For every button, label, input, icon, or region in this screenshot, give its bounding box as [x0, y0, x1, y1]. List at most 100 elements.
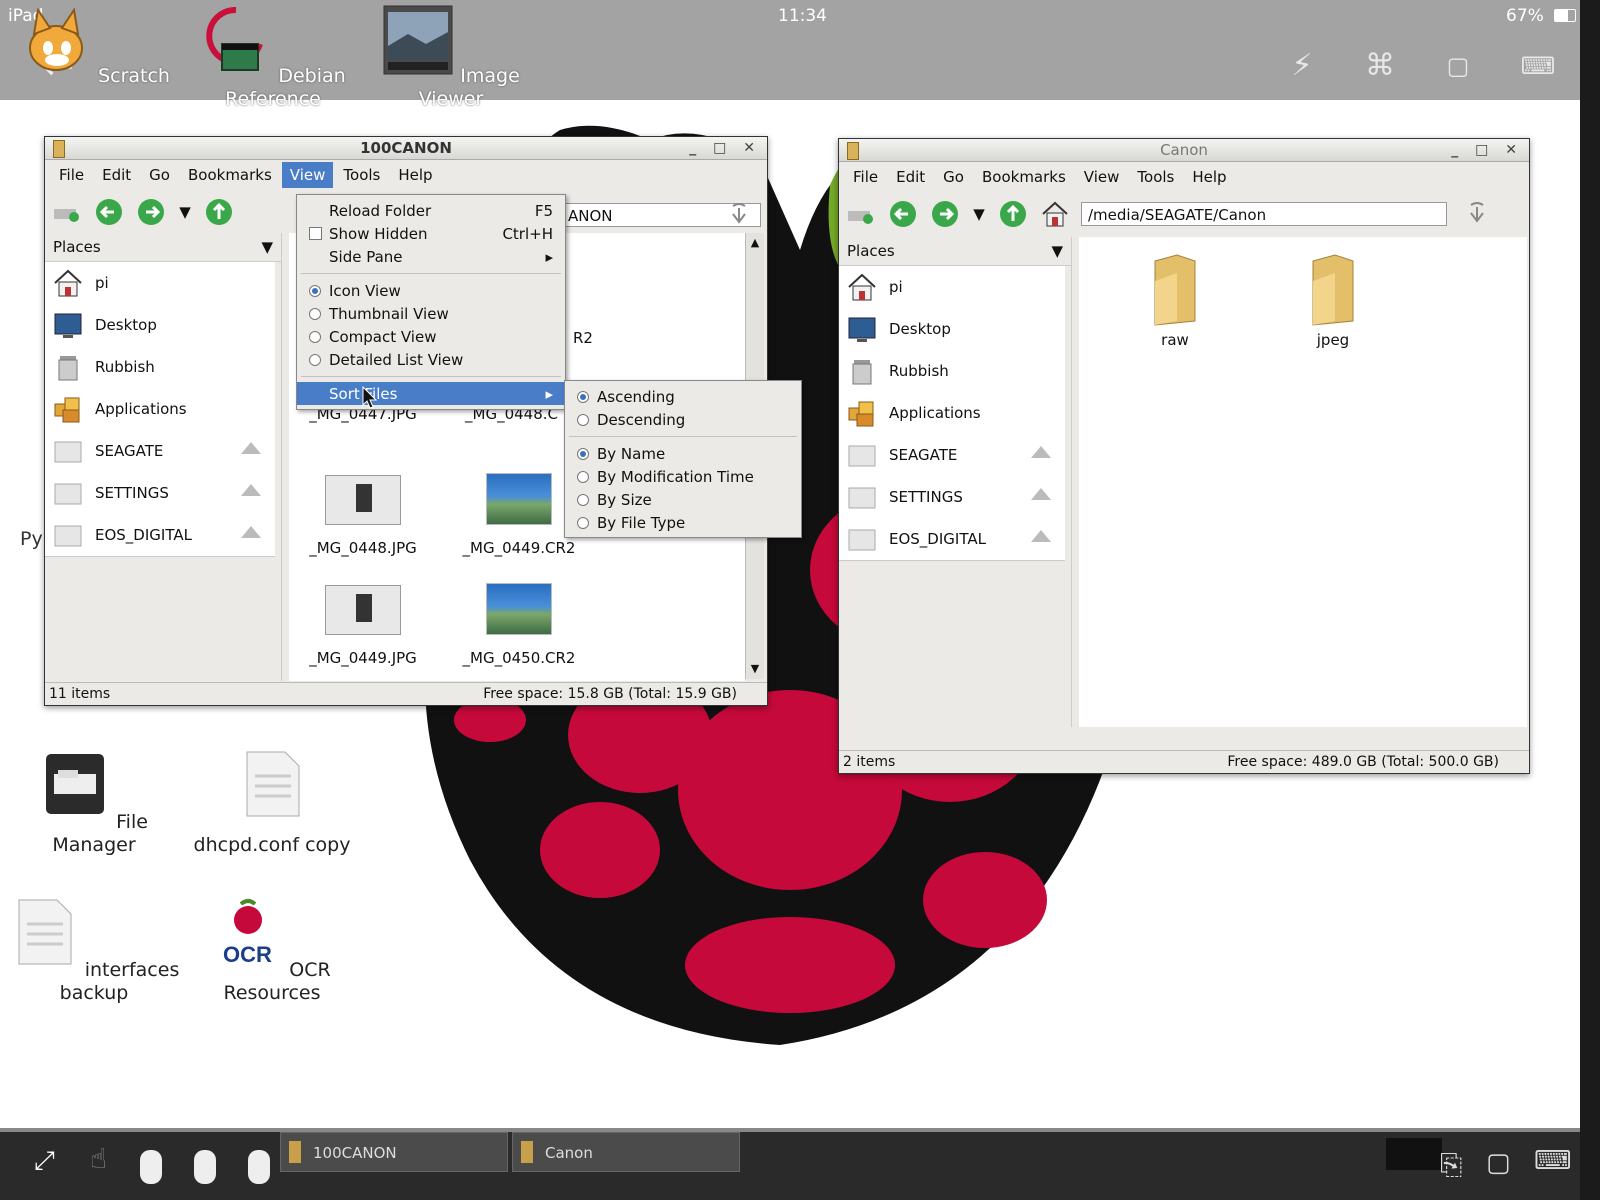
screen-touch-icon[interactable]: ▢: [1438, 46, 1478, 86]
screen-icon[interactable]: ▢: [1486, 1148, 1511, 1178]
place-rubbish[interactable]: Rubbish: [45, 346, 275, 388]
menu-help[interactable]: Help: [390, 162, 440, 188]
places-header[interactable]: Places ▼: [839, 237, 1071, 266]
eject-icon[interactable]: [1031, 488, 1051, 500]
window-controls[interactable]: _ □ ✕: [1451, 139, 1523, 161]
canon-window[interactable]: Canon _ □ ✕ File Edit Go Bookmarks View …: [838, 138, 1530, 774]
menu-bookmarks[interactable]: Bookmarks: [180, 162, 280, 188]
path-input[interactable]: /media/SEAGATE/Canon: [1081, 202, 1447, 226]
chevron-down-icon[interactable]: ▼: [1051, 242, 1063, 260]
checkbox-icon[interactable]: [308, 227, 322, 240]
canon-titlebar[interactable]: Canon _ □ ✕: [839, 139, 1529, 162]
menu-help[interactable]: Help: [1184, 164, 1234, 190]
folder-raw[interactable]: raw: [1105, 251, 1245, 349]
mouse-right-icon[interactable]: [248, 1150, 270, 1184]
place-pi[interactable]: pi: [45, 262, 275, 304]
menu-compact-view[interactable]: Compact View: [297, 325, 565, 348]
sort-descending[interactable]: Descending: [565, 408, 801, 431]
sort-by-name[interactable]: By Name: [565, 442, 801, 465]
menu-view[interactable]: View: [1076, 164, 1128, 190]
scroll-up-icon[interactable]: ▲: [746, 233, 764, 253]
lightning-icon[interactable]: ⚡: [1282, 46, 1322, 86]
eject-icon[interactable]: [241, 526, 261, 538]
menu-edit[interactable]: Edit: [94, 162, 139, 188]
up-icon[interactable]: [997, 198, 1029, 230]
sort-by-file-type[interactable]: By File Type: [565, 511, 801, 534]
place-eos-digital[interactable]: EOS_DIGITAL: [839, 518, 1065, 560]
image-viewer-launcher[interactable]: Image Viewer: [366, 4, 536, 111]
place-settings[interactable]: SETTINGS: [45, 472, 275, 514]
menu-edit[interactable]: Edit: [888, 164, 933, 190]
eject-icon[interactable]: [1031, 530, 1051, 542]
desktop-interfaces-backup[interactable]: interfaces backup: [4, 896, 184, 1005]
menu-icon-view[interactable]: Icon View: [297, 279, 565, 302]
forward-icon[interactable]: [929, 198, 961, 230]
go-icon[interactable]: [1461, 198, 1493, 230]
up-icon[interactable]: [203, 196, 235, 228]
place-applications[interactable]: Applications: [839, 392, 1065, 434]
task-100canon[interactable]: 100CANON: [280, 1132, 508, 1172]
place-seagate[interactable]: SEAGATE: [839, 434, 1065, 476]
menu-tools[interactable]: Tools: [335, 162, 388, 188]
menu-side-pane[interactable]: Side Pane ▸: [297, 245, 565, 268]
place-desktop[interactable]: Desktop: [45, 304, 275, 346]
place-settings[interactable]: SETTINGS: [839, 476, 1065, 518]
mouse-middle-icon[interactable]: [194, 1150, 216, 1184]
mouse-left-icon[interactable]: [140, 1150, 162, 1184]
desktop-ocr-resources[interactable]: OCR OCR Resources: [182, 896, 362, 1005]
100canon-titlebar[interactable]: 100CANON _ □ ✕: [45, 137, 767, 160]
desktop-dhcpd-conf[interactable]: dhcpd.conf copy: [182, 748, 362, 857]
place-eos-digital[interactable]: EOS_DIGITAL: [45, 514, 275, 556]
keyboard-icon[interactable]: ⌨: [1534, 1146, 1572, 1176]
eject-icon[interactable]: [241, 484, 261, 496]
new-tab-icon[interactable]: [845, 198, 877, 230]
clipboard-icon[interactable]: ⎘: [1440, 1148, 1462, 1182]
place-rubbish[interactable]: Rubbish: [839, 350, 1065, 392]
folder-jpeg[interactable]: jpeg: [1263, 251, 1403, 349]
forward-icon[interactable]: [135, 196, 167, 228]
menu-reload-folder[interactable]: Reload Folder F5: [297, 199, 565, 222]
desktop-file-manager[interactable]: File Manager: [4, 748, 184, 857]
file-mg-0448-jpg[interactable]: _MG_0448.JPG: [293, 475, 433, 557]
sort-ascending[interactable]: Ascending: [565, 385, 801, 408]
go-icon[interactable]: [723, 199, 755, 231]
menu-sort-files[interactable]: Sort Files ▸: [297, 382, 565, 405]
menu-file[interactable]: File: [51, 162, 92, 188]
sort-by-modification-time[interactable]: By Modification Time: [565, 465, 801, 488]
sort-by-size[interactable]: By Size: [565, 488, 801, 511]
history-dropdown-icon[interactable]: ▼: [971, 198, 987, 230]
place-applications[interactable]: Applications: [45, 388, 275, 430]
menu-detailed-list-view[interactable]: Detailed List View: [297, 348, 565, 371]
pointer-hand-icon[interactable]: ☝: [90, 1142, 107, 1175]
history-dropdown-icon[interactable]: ▼: [177, 196, 193, 228]
place-desktop[interactable]: Desktop: [839, 308, 1065, 350]
fullscreen-icon[interactable]: ⤢: [34, 1146, 55, 1177]
eject-icon[interactable]: [241, 442, 261, 454]
place-pi[interactable]: pi: [839, 266, 1065, 308]
menu-thumbnail-view[interactable]: Thumbnail View: [297, 302, 565, 325]
file-mg-0449-jpg[interactable]: _MG_0449.JPG: [293, 585, 433, 667]
canon-file-view[interactable]: raw jpeg: [1079, 237, 1527, 727]
new-tab-icon[interactable]: [51, 196, 83, 228]
eject-icon[interactable]: [1031, 446, 1051, 458]
keyboard-icon[interactable]: ⌨: [1518, 46, 1558, 86]
file-mg-0450-cr2[interactable]: _MG_0450.CR2: [449, 583, 589, 667]
chevron-down-icon[interactable]: ▼: [261, 238, 273, 256]
menu-go[interactable]: Go: [141, 162, 178, 188]
window-controls[interactable]: _ □ ✕: [689, 137, 761, 159]
scroll-down-icon[interactable]: ▼: [746, 659, 764, 679]
command-key-icon[interactable]: ⌘: [1360, 46, 1400, 86]
scratch-launcher[interactable]: Scratch: [10, 4, 180, 88]
menu-view[interactable]: View: [281, 162, 334, 188]
back-icon[interactable]: [93, 196, 125, 228]
menu-bookmarks[interactable]: Bookmarks: [974, 164, 1074, 190]
menu-file[interactable]: File: [845, 164, 886, 190]
task-canon[interactable]: Canon: [512, 1132, 740, 1172]
menu-show-hidden[interactable]: Show Hidden Ctrl+H: [297, 222, 565, 245]
place-seagate[interactable]: SEAGATE: [45, 430, 275, 472]
home-icon[interactable]: [1039, 198, 1071, 230]
menu-go[interactable]: Go: [935, 164, 972, 190]
places-header[interactable]: Places ▼: [45, 233, 281, 262]
menu-tools[interactable]: Tools: [1129, 164, 1182, 190]
back-icon[interactable]: [887, 198, 919, 230]
